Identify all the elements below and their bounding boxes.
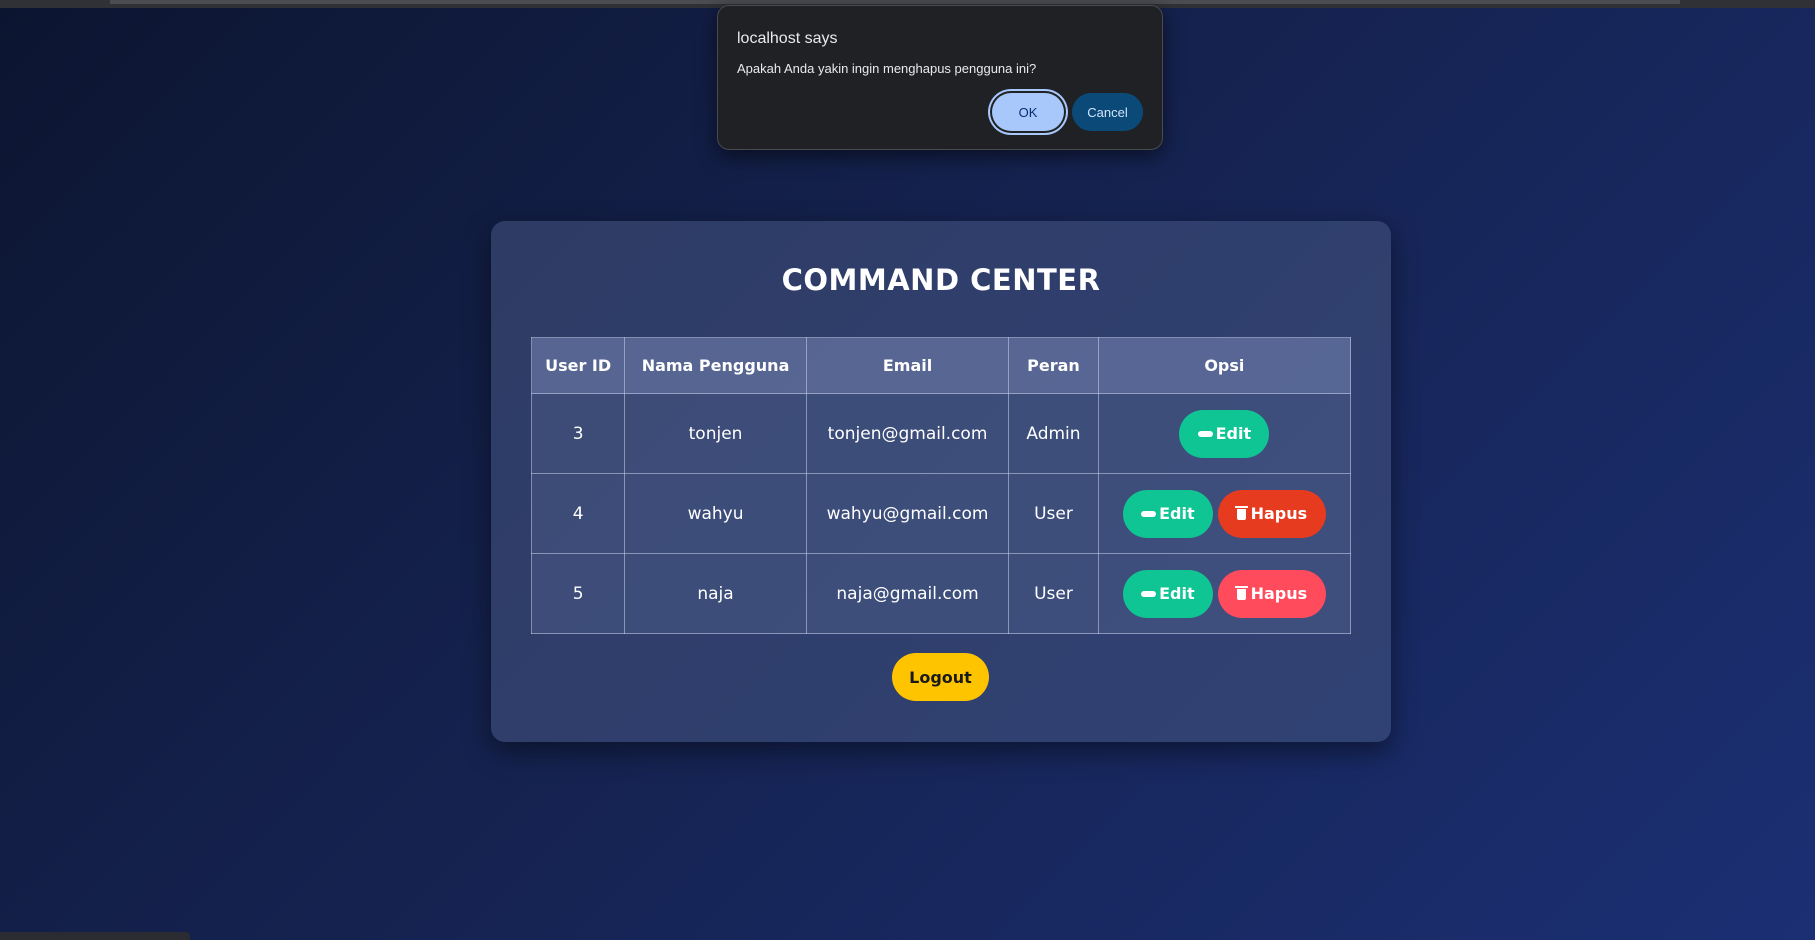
column-header-options: Opsi <box>1097 337 1352 394</box>
dialog-cancel-button[interactable]: Cancel <box>1072 93 1143 131</box>
dialog-title: localhost says <box>737 30 838 47</box>
users-table: User ID Nama Pengguna Email Peran Opsi 3… <box>530 337 1352 634</box>
delete-button-label: Hapus <box>1250 584 1308 603</box>
edit-button-label: Edit <box>1215 424 1252 443</box>
table-header-row: User ID Nama Pengguna Email Peran Opsi <box>530 337 1352 394</box>
delete-button[interactable]: Hapus <box>1217 569 1326 618</box>
cell-user-email: naja@gmail.com <box>805 553 1010 634</box>
table-row: 4 wahyu wahyu@gmail.com User Edit Hapus <box>530 473 1352 554</box>
status-bar-hint <box>0 932 190 940</box>
cell-options: Edit <box>1097 393 1352 474</box>
column-header-user-id: User ID <box>530 337 626 394</box>
edit-button-label: Edit <box>1159 504 1195 523</box>
edit-button[interactable]: Edit <box>1122 489 1213 538</box>
pencil-icon <box>1141 590 1157 597</box>
table-row: 5 naja naja@gmail.com User Edit Hapus <box>530 553 1352 634</box>
cell-user-id: 3 <box>530 393 626 474</box>
cell-user-email: wahyu@gmail.com <box>805 473 1010 554</box>
column-header-name: Nama Pengguna <box>624 337 807 394</box>
delete-button-label: Hapus <box>1250 504 1308 523</box>
cell-user-name: tonjen <box>624 393 807 474</box>
cell-user-role: User <box>1008 473 1099 554</box>
cell-user-email: tonjen@gmail.com <box>805 393 1010 474</box>
table-row: 3 tonjen tonjen@gmail.com Admin Edit <box>530 393 1352 474</box>
confirm-dialog: localhost says Apakah Anda yakin ingin m… <box>717 5 1163 150</box>
pencil-icon <box>1141 510 1157 517</box>
cell-user-id: 4 <box>530 473 626 554</box>
delete-button[interactable]: Hapus <box>1217 489 1326 538</box>
cell-user-name: wahyu <box>624 473 807 554</box>
cell-user-name: naja <box>624 553 807 634</box>
trash-icon <box>1234 586 1248 600</box>
column-header-email: Email <box>805 337 1010 394</box>
cell-options: Edit Hapus <box>1097 553 1352 634</box>
dialog-button-row: OK Cancel <box>992 93 1143 131</box>
cell-user-role: User <box>1008 553 1099 634</box>
cell-user-id: 5 <box>530 553 626 634</box>
dialog-ok-button[interactable]: OK <box>992 93 1064 131</box>
cell-user-role: Admin <box>1008 393 1099 474</box>
pencil-icon <box>1197 430 1213 437</box>
page-title: COMMAND CENTER <box>781 263 1101 297</box>
browser-top-strip-inner <box>110 0 1680 4</box>
dialog-message: Apakah Anda yakin ingin menghapus penggu… <box>737 61 1037 76</box>
cell-options: Edit Hapus <box>1097 473 1352 554</box>
command-center-panel: COMMAND CENTER User ID Nama Pengguna Ema… <box>491 221 1391 742</box>
trash-icon <box>1234 506 1248 520</box>
column-header-role: Peran <box>1008 337 1099 394</box>
edit-button-label: Edit <box>1159 584 1195 603</box>
logout-button[interactable]: Logout <box>892 653 989 701</box>
edit-button[interactable]: Edit <box>1179 409 1270 458</box>
edit-button[interactable]: Edit <box>1122 569 1213 618</box>
